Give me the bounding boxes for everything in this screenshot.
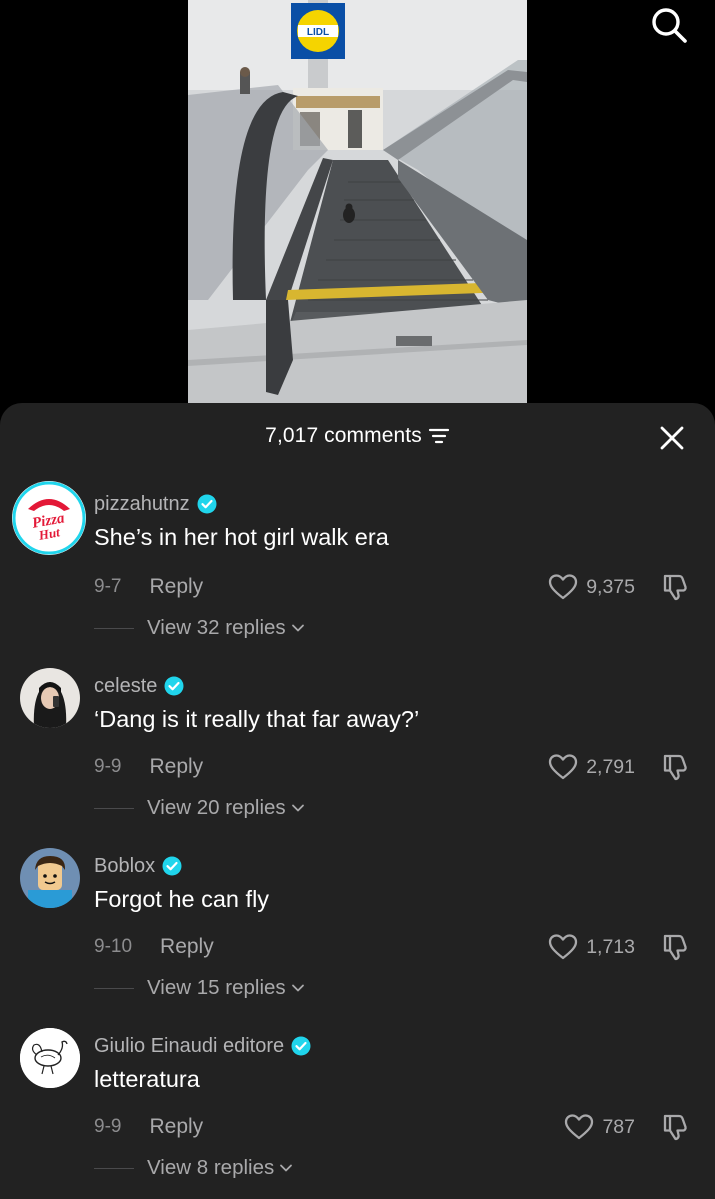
comment-item: celeste ‘Dang is it really that far away… [0, 665, 715, 845]
comments-count[interactable]: 7,017 comments [0, 424, 715, 448]
video-frame-image: LIDL [188, 0, 527, 403]
comment-date: 9-7 [94, 576, 122, 597]
view-replies-label: View 15 replies [147, 976, 286, 999]
chevron-down-icon [291, 984, 304, 992]
avatar[interactable]: Pizza Hut [12, 481, 86, 555]
username-row: celeste [94, 671, 184, 701]
username[interactable]: celeste [94, 675, 157, 698]
comment-item: Giulio Einaudi editore letteratura 9-9 R… [0, 1025, 715, 1199]
heart-icon [549, 754, 578, 780]
view-replies-button[interactable]: View 32 replies [147, 616, 305, 640]
heart-icon [565, 1114, 594, 1140]
replies-divider [94, 807, 134, 809]
chevron-down-icon [280, 1164, 293, 1172]
heart-icon [549, 934, 578, 960]
filter-icon [428, 428, 449, 444]
replies-divider [94, 1167, 134, 1169]
username[interactable]: Boblox [94, 855, 155, 878]
comment-meta: 9-9 Reply [94, 1111, 203, 1143]
comment-text: She’s in her hot girl walk era [94, 524, 389, 550]
username-row: pizzahutnz [94, 489, 217, 519]
ostrich-logo-icon [20, 1028, 80, 1088]
avatar[interactable] [20, 668, 80, 728]
like-button[interactable]: 1,713 [548, 931, 635, 963]
comments-count-label: 7,017 comments [265, 424, 422, 447]
store-sign: LIDL [307, 27, 329, 38]
replies-divider [94, 987, 134, 989]
view-replies-button[interactable]: View 20 replies [147, 796, 305, 820]
verified-badge-icon [197, 494, 217, 514]
comment-meta: 9-7 Reply [94, 571, 203, 603]
view-replies-label: View 20 replies [147, 796, 286, 819]
roblox-avatar-image [20, 848, 80, 908]
dislike-button[interactable] [659, 1111, 691, 1143]
comments-sheet: 7,017 comments Pizza Hut pizzahutnz She’… [0, 403, 715, 1199]
reply-button[interactable]: Reply [160, 935, 214, 959]
comment-meta: 9-10 Reply [94, 931, 214, 963]
verified-badge-icon [291, 1036, 311, 1056]
chevron-down-icon [291, 624, 304, 632]
search-icon [652, 8, 687, 43]
like-count: 2,791 [586, 755, 635, 778]
comment-date: 9-9 [94, 1116, 122, 1137]
close-button[interactable] [655, 421, 689, 455]
comment-date: 9-10 [94, 936, 133, 957]
video-player[interactable]: LIDL [188, 0, 527, 403]
comment-item: Pizza Hut pizzahutnz She’s in her hot gi… [0, 481, 715, 665]
username-row: Giulio Einaudi editore [94, 1031, 311, 1061]
like-count: 1,713 [586, 935, 635, 958]
dislike-icon [663, 754, 687, 781]
comment-text: ‘Dang is it really that far away?’ [94, 706, 420, 732]
comments-header: 7,017 comments [0, 403, 715, 471]
view-replies-button[interactable]: View 15 replies [147, 976, 305, 1000]
view-replies-row: View 20 replies [94, 793, 305, 823]
dislike-icon [663, 574, 687, 601]
dislike-icon [663, 1114, 687, 1141]
comment-date: 9-9 [94, 756, 122, 777]
replies-divider [94, 627, 134, 629]
view-replies-row: View 15 replies [94, 973, 305, 1003]
pizza-hut-logo-icon: Pizza Hut [12, 481, 86, 555]
comment-item: Boblox Forgot he can fly 9-10 Reply 1,71… [0, 845, 715, 1025]
dislike-button[interactable] [659, 751, 691, 783]
chevron-down-icon [291, 804, 304, 812]
view-replies-button[interactable]: View 8 replies [147, 1156, 293, 1180]
view-replies-label: View 8 replies [147, 1156, 275, 1179]
reply-button[interactable]: Reply [149, 575, 203, 599]
username[interactable]: pizzahutnz [94, 493, 190, 516]
reply-button[interactable]: Reply [149, 755, 203, 779]
reply-button[interactable]: Reply [149, 1115, 203, 1139]
username-row: Boblox [94, 851, 182, 881]
view-replies-row: View 32 replies [94, 613, 305, 643]
close-icon [660, 426, 684, 450]
avatar[interactable] [20, 1028, 80, 1088]
comment-text: Forgot he can fly [94, 886, 270, 912]
dislike-icon [663, 934, 687, 961]
dislike-button[interactable] [659, 571, 691, 603]
avatar[interactable] [20, 848, 80, 908]
dislike-button[interactable] [659, 931, 691, 963]
username[interactable]: Giulio Einaudi editore [94, 1035, 284, 1058]
like-button[interactable]: 787 [564, 1111, 635, 1143]
search-button[interactable] [646, 2, 692, 48]
heart-icon [549, 574, 578, 600]
like-count: 9,375 [586, 575, 635, 598]
like-count: 787 [602, 1115, 635, 1138]
video-area: LIDL [0, 0, 715, 420]
comment-text: letteratura [94, 1066, 200, 1092]
view-replies-label: View 32 replies [147, 616, 286, 639]
verified-badge-icon [164, 676, 184, 696]
verified-badge-icon [162, 856, 182, 876]
view-replies-row: View 8 replies [94, 1153, 293, 1183]
like-button[interactable]: 9,375 [548, 571, 635, 603]
user-avatar-image [20, 668, 80, 728]
like-button[interactable]: 2,791 [548, 751, 635, 783]
comment-meta: 9-9 Reply [94, 751, 203, 783]
